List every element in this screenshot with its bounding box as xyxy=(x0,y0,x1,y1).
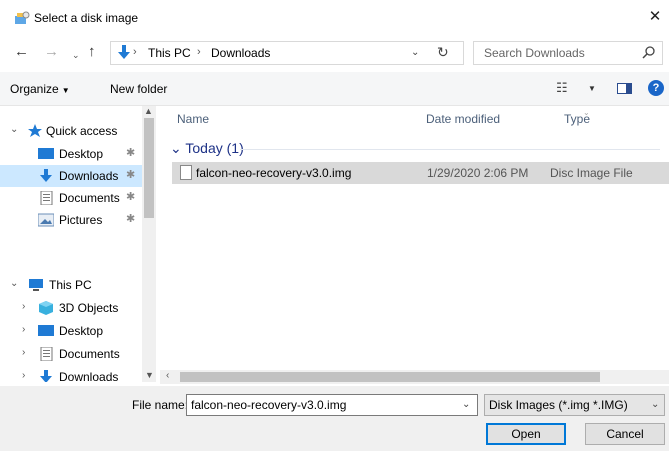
forward-arrow-icon[interactable]: → xyxy=(44,43,59,61)
disc-image-file-icon xyxy=(180,165,192,180)
sidebar-item-label: Desktop xyxy=(59,324,104,338)
downloads-icon xyxy=(40,169,52,182)
window-title: Select a disk image xyxy=(34,11,139,25)
recent-locations-chevron-icon[interactable]: ⌄ xyxy=(72,46,80,64)
close-button[interactable]: ✕ xyxy=(644,6,666,28)
sidebar-item-label: Quick access xyxy=(46,124,118,138)
open-button[interactable]: Open xyxy=(486,423,566,445)
organize-button[interactable]: Organize ▼ xyxy=(10,82,70,96)
sidebar-item-label: 3D Objects xyxy=(59,301,119,315)
file-type-filter-value: Disk Images (*.img *.IMG) xyxy=(489,398,628,412)
downloads-icon xyxy=(40,370,52,382)
refresh-icon[interactable]: ↻ xyxy=(437,44,449,61)
sidebar-item-pictures[interactable]: Pictures ✱ xyxy=(0,209,142,231)
horizontal-scroll-thumb[interactable] xyxy=(180,372,600,382)
column-header-date-modified[interactable]: Date modified xyxy=(426,112,500,126)
file-list: Name ⌄ Date modified Type ⌄ Today (1) fa… xyxy=(160,106,669,370)
navigation-pane: ⌄ Quick access Desktop ✱ Downloads ✱ Doc… xyxy=(0,106,156,382)
scroll-left-icon[interactable]: ‹ xyxy=(166,370,169,381)
organize-label: Organize xyxy=(10,82,59,96)
disk-image-app-icon xyxy=(15,11,30,24)
desktop-icon xyxy=(38,148,54,159)
change-view-icon[interactable]: ☷ xyxy=(556,80,568,96)
sidebar-item-label: Desktop xyxy=(59,147,104,161)
this-pc-icon xyxy=(29,279,43,291)
column-header-name[interactable]: Name xyxy=(177,112,209,126)
back-arrow-icon[interactable]: ← xyxy=(14,43,29,61)
organize-caret-icon: ▼ xyxy=(61,86,70,95)
search-icon[interactable] xyxy=(642,45,656,59)
sidebar-item-pc-documents[interactable]: › Documents xyxy=(0,343,142,365)
sidebar-item-label: Documents xyxy=(59,191,120,205)
sidebar-item-downloads[interactable]: Downloads ✱ xyxy=(0,165,142,187)
group-header-label: Today (1) xyxy=(185,140,244,156)
pin-icon: ✱ xyxy=(126,213,136,225)
sidebar-item-pc-downloads[interactable]: › Downloads xyxy=(0,366,142,382)
file-name-label: File name: xyxy=(132,398,189,412)
sidebar-item-this-pc[interactable]: ⌄ This PC xyxy=(0,274,142,296)
breadcrumb-separator-icon: › xyxy=(133,46,137,58)
new-folder-button[interactable]: New folder xyxy=(110,82,167,96)
chevron-down-icon: ⌄ xyxy=(651,399,660,410)
file-type-filter-select[interactable]: Disk Images (*.img *.IMG) ⌄ xyxy=(484,394,665,416)
sidebar-item-desktop[interactable]: Desktop ✱ xyxy=(0,143,142,165)
sidebar-item-documents[interactable]: Documents ✱ xyxy=(0,187,142,209)
chevron-right-icon[interactable]: › xyxy=(22,324,25,335)
breadcrumb-separator-icon: › xyxy=(197,46,201,58)
desktop-icon xyxy=(38,325,54,336)
scroll-up-icon[interactable]: ▲ xyxy=(144,106,153,116)
navigation-bar: ← → ⌄ ↑ › This PC › Downloads ⌄ ↻ Search… xyxy=(0,38,669,68)
sidebar-item-3d-objects[interactable]: › 3D Objects xyxy=(0,297,142,319)
chevron-down-icon[interactable]: ⌄ xyxy=(10,278,18,289)
group-divider xyxy=(240,149,660,150)
file-type: Disc Image File xyxy=(550,166,633,180)
pictures-icon xyxy=(38,213,54,227)
navigation-pane-scroll-thumb[interactable] xyxy=(144,118,154,218)
pin-icon: ✱ xyxy=(126,191,136,203)
search-placeholder: Search Downloads xyxy=(484,46,585,60)
sidebar-item-label: Pictures xyxy=(59,213,103,227)
documents-icon xyxy=(40,347,53,361)
documents-icon xyxy=(40,191,53,205)
chevron-down-icon[interactable]: ⌄ xyxy=(10,124,18,135)
column-header-type[interactable]: Type xyxy=(564,112,590,126)
address-bar[interactable]: › This PC › Downloads ⌄ ↻ xyxy=(110,41,464,65)
command-bar: Organize ▼ New folder ☷ ▼ ? xyxy=(0,72,669,106)
address-dropdown-icon[interactable]: ⌄ xyxy=(411,47,419,58)
breadcrumb-downloads[interactable]: Downloads xyxy=(211,46,270,60)
sidebar-item-pc-desktop[interactable]: › Desktop xyxy=(0,320,142,342)
sidebar-item-label: Downloads xyxy=(59,169,119,183)
sidebar-item-label: This PC xyxy=(49,278,92,292)
sidebar-item-label: Documents xyxy=(59,347,120,361)
sidebar-item-label: Downloads xyxy=(59,370,119,382)
preview-pane-icon[interactable] xyxy=(617,83,632,94)
file-name-field[interactable] xyxy=(186,394,478,416)
cancel-button[interactable]: Cancel xyxy=(585,423,665,445)
group-header-today[interactable]: ⌄ Today (1) xyxy=(170,140,244,157)
breadcrumb-this-pc[interactable]: This PC xyxy=(148,46,191,60)
scroll-down-icon[interactable]: ▼ xyxy=(145,370,154,380)
pin-icon: ✱ xyxy=(126,147,136,159)
downloads-arrow-icon xyxy=(118,45,130,59)
star-icon xyxy=(28,124,42,137)
chevron-right-icon[interactable]: › xyxy=(22,301,25,312)
file-name-dropdown-icon[interactable]: ⌄ xyxy=(462,399,470,410)
pin-icon: ✱ xyxy=(126,169,136,181)
help-icon[interactable]: ? xyxy=(648,80,664,96)
file-name: falcon-neo-recovery-v3.0.img xyxy=(196,166,352,180)
file-date-modified: 1/29/2020 2:06 PM xyxy=(427,166,529,180)
search-input[interactable]: Search Downloads xyxy=(473,41,663,65)
3d-objects-icon xyxy=(39,301,53,315)
up-arrow-icon[interactable]: ↑ xyxy=(88,43,96,61)
chevron-right-icon[interactable]: › xyxy=(22,347,25,358)
chevron-down-icon: ⌄ xyxy=(170,140,182,156)
chevron-right-icon[interactable]: › xyxy=(22,370,25,381)
sidebar-item-quick-access[interactable]: ⌄ Quick access xyxy=(0,120,142,142)
table-row[interactable]: falcon-neo-recovery-v3.0.img 1/29/2020 2… xyxy=(172,162,669,184)
view-options-caret-icon[interactable]: ▼ xyxy=(588,84,596,93)
